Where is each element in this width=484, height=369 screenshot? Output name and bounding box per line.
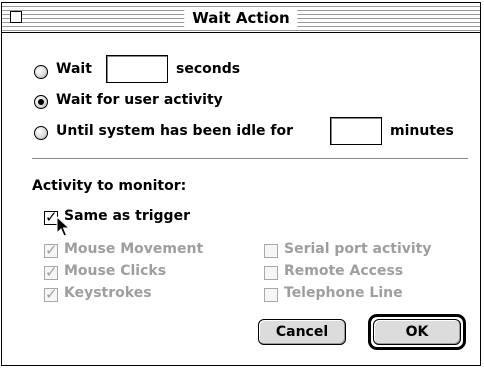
section-divider [32,158,468,159]
telephone-line-checkbox[interactable] [264,288,278,302]
activity-monitor-heading: Activity to monitor: [32,178,187,194]
wait-seconds-label: Wait [56,61,92,77]
radio-selected-dot [38,99,44,105]
remote-access-label: Remote Access [284,263,404,279]
idle-minutes-label: Until system has been idle for [56,123,294,139]
title-bar[interactable]: Wait Action [2,3,480,33]
checkmark-icon: ✓ [45,285,58,303]
mouse-clicks-label: Mouse Clicks [64,263,167,279]
checkmark-icon: ✓ [45,263,58,281]
remote-access-checkbox[interactable] [264,266,278,280]
serial-port-activity-label: Serial port activity [284,241,432,257]
mouse-clicks-checkbox[interactable]: ✓ [44,263,58,281]
wait-user-activity-label: Wait for user activity [56,92,223,108]
seconds-unit-label: seconds [176,61,241,77]
cancel-button[interactable]: Cancel [258,319,346,345]
wait-action-dialog: Wait Action Wait seconds Wait for user a… [1,2,481,366]
idle-minutes-radio[interactable] [34,126,48,140]
checkmark-icon: ✓ [45,241,58,259]
close-box-icon[interactable] [10,11,22,23]
wait-seconds-field[interactable] [106,55,168,83]
telephone-line-label: Telephone Line [284,285,403,301]
mouse-movement-label: Mouse Movement [64,241,204,257]
wait-user-activity-radio[interactable] [34,95,48,109]
wait-seconds-radio[interactable] [34,65,48,79]
idle-minutes-field[interactable] [330,117,382,145]
keystrokes-checkbox[interactable]: ✓ [44,285,58,303]
mouse-movement-checkbox[interactable]: ✓ [44,241,58,259]
ok-button[interactable]: OK [373,319,461,345]
window-title: Wait Action [184,8,298,28]
keystrokes-label: Keystrokes [64,285,152,301]
same-as-trigger-label: Same as trigger [64,208,190,224]
minutes-unit-label: minutes [390,123,454,139]
arrow-cursor-icon [56,216,70,237]
serial-port-activity-checkbox[interactable] [264,244,278,258]
